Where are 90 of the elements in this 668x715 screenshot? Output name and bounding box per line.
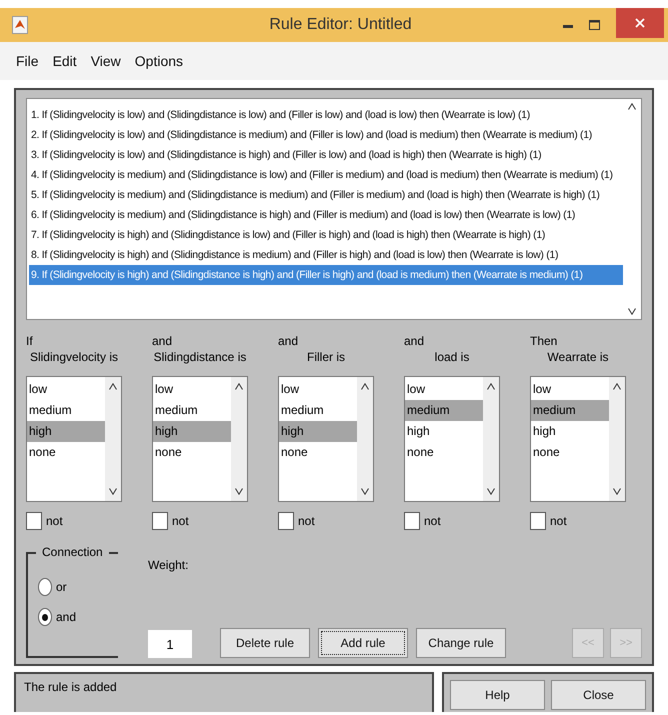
not-checkbox[interactable] — [26, 512, 42, 530]
not-checkbox[interactable] — [530, 512, 546, 530]
dialog-button[interactable]: Close — [551, 680, 646, 710]
value-listbox[interactable]: low medium high none — [26, 376, 122, 502]
close-button[interactable] — [616, 8, 664, 38]
rule-item[interactable]: 3. If (Slidingvelocity is low) and (Slidingdistance is high) and (Filler is low) and (load is high) then (Wearrate is high) (1) — [29, 145, 623, 165]
rule-button[interactable]: Delete rule — [220, 628, 310, 658]
menu-item[interactable]: File — [16, 53, 39, 69]
value-option[interactable]: high — [153, 421, 231, 442]
value-option[interactable]: none — [405, 442, 483, 463]
value-listbox[interactable]: low medium high none — [404, 376, 500, 502]
rule-item[interactable]: 9. If (Slidingvelocity is high) and (Slidingdistance is high) and (Filler is high) and (load is medium) then (Wearrate is medium) (1) — [29, 265, 623, 285]
app-icon — [12, 16, 28, 34]
value-option[interactable]: medium — [153, 400, 231, 421]
rule-item[interactable]: 2. If (Slidingvelocity is low) and (Slidingdistance is medium) and (Filler is low) and (load is medium) then (Wearrate is medium) (1) — [29, 125, 623, 145]
radio-label: or — [56, 580, 67, 594]
scroll-up-icon[interactable] — [487, 383, 495, 390]
menu-item[interactable]: Options — [134, 53, 184, 69]
rule-item[interactable]: 1. If (Slidingvelocity is low) and (Slidingdistance is low) and (Filler is low) and (load is low) then (Wearrate is low) (1) — [29, 105, 623, 125]
value-option[interactable]: none — [27, 442, 105, 463]
value-listbox[interactable]: low medium high none — [152, 376, 248, 502]
rule-list[interactable] — [26, 98, 642, 320]
value-option[interactable]: high — [531, 421, 609, 442]
not-checkbox[interactable] — [278, 512, 294, 530]
value-option[interactable]: low — [405, 379, 483, 400]
value-listbox[interactable]: low medium high none — [530, 376, 626, 502]
value-option[interactable]: medium — [405, 400, 483, 421]
scroll-down-icon[interactable] — [109, 488, 117, 495]
scroll-up-icon[interactable] — [235, 383, 243, 390]
value-option[interactable]: none — [279, 442, 357, 463]
dialog-button[interactable]: Help — [450, 680, 545, 710]
variable-label: Wearrate is — [546, 350, 610, 366]
not-label: not — [550, 514, 567, 528]
connector-label: and — [152, 334, 174, 350]
rule-item[interactable]: 5. If (Slidingvelocity is medium) and (Slidingdistance is medium) and (Filler is medium) and (load is high) then (Wearrate is high) (1) — [29, 185, 623, 205]
scroll-down-icon[interactable] — [487, 488, 495, 495]
close-icon — [635, 18, 645, 28]
scroll-down-icon[interactable] — [235, 488, 243, 495]
not-label: not — [424, 514, 441, 528]
radio-button[interactable] — [38, 608, 52, 626]
value-option[interactable]: high — [405, 421, 483, 442]
scroll-down-icon[interactable] — [361, 488, 369, 495]
scroll-up-icon[interactable] — [361, 383, 369, 390]
variable-label: Slidingdistance is — [152, 350, 248, 366]
not-checkbox[interactable] — [404, 512, 420, 530]
not-label: not — [46, 514, 63, 528]
value-option[interactable]: low — [531, 379, 609, 400]
variable-label: load is — [434, 350, 470, 366]
rule-item[interactable]: 6. If (Slidingvelocity is medium) and (Slidingdistance is high) and (Filler is medium) and (load is low) then (Wearrate is low) (1) — [29, 205, 623, 225]
rule-button[interactable]: Change rule — [416, 628, 506, 658]
scroll-up-icon[interactable] — [628, 103, 636, 110]
connector-label: and — [278, 334, 300, 350]
value-listbox[interactable]: low medium high none — [278, 376, 374, 502]
value-option[interactable]: medium — [27, 400, 105, 421]
maximize-icon[interactable] — [589, 20, 600, 30]
connector-label: and — [404, 334, 426, 350]
radio-label: and — [56, 610, 76, 624]
connector-label: Then — [530, 334, 558, 350]
scroll-up-icon[interactable] — [613, 383, 621, 390]
radio-button[interactable] — [38, 578, 52, 596]
rule-item[interactable]: 4. If (Slidingvelocity is medium) and (Slidingdistance is low) and (Filler is medium) and (load is medium) then (Wearrate is medium) (1) — [29, 165, 623, 185]
not-label: not — [172, 514, 189, 528]
scroll-down-icon[interactable] — [628, 308, 636, 315]
value-option[interactable]: high — [279, 421, 357, 442]
window-title: Rule Editor: Untitled — [268, 16, 413, 34]
weight-field[interactable]: 1 — [148, 630, 192, 658]
connector-label: If — [26, 334, 34, 350]
variable-label: Filler is — [306, 350, 346, 366]
variable-label: Slidingvelocity is — [28, 350, 120, 366]
not-checkbox[interactable] — [152, 512, 168, 530]
rule-item[interactable]: 7. If (Slidingvelocity is high) and (Slidingdistance is low) and (Filler is high) and (load is high) then (Wearrate is high) (1) — [29, 225, 623, 245]
value-option[interactable]: none — [531, 442, 609, 463]
menu-item[interactable]: View — [90, 53, 121, 69]
group-title: Connection — [36, 545, 109, 559]
status-text: The rule is added — [24, 680, 117, 694]
value-option[interactable]: low — [27, 379, 105, 400]
value-option[interactable]: medium — [279, 400, 357, 421]
rule-button[interactable]: Add rule — [318, 628, 408, 658]
rule-item[interactable]: 8. If (Slidingvelocity is high) and (Slidingdistance is medium) and (Filler is high) and (load is low) then (Wearrate is low) (1) — [29, 245, 623, 265]
minimize-icon[interactable] — [563, 25, 573, 29]
value-option[interactable]: high — [27, 421, 105, 442]
value-option[interactable]: medium — [531, 400, 609, 421]
scroll-down-icon[interactable] — [613, 488, 621, 495]
value-option[interactable]: none — [153, 442, 231, 463]
weight-label: Weight: — [148, 558, 190, 572]
not-label: not — [298, 514, 315, 528]
menu-item[interactable]: Edit — [52, 53, 77, 69]
scroll-up-icon[interactable] — [109, 383, 117, 390]
value-option[interactable]: low — [279, 379, 357, 400]
value-option[interactable]: low — [153, 379, 231, 400]
